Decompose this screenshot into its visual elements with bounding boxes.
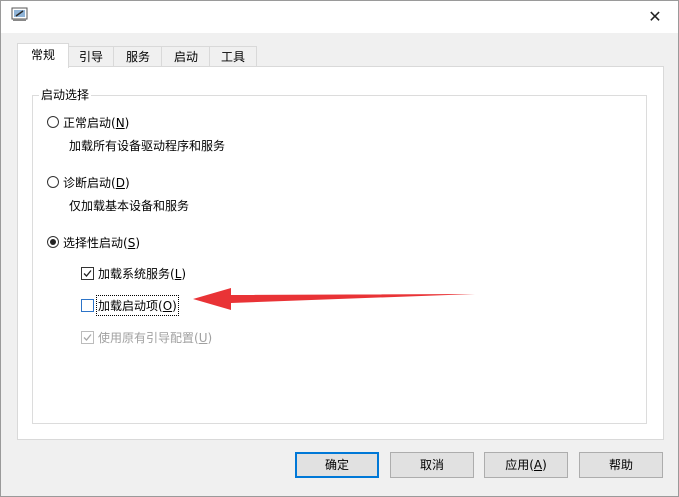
tab-tools[interactable]: 工具 <box>209 46 257 67</box>
diagnostic-startup-radio-circle[interactable] <box>47 176 59 188</box>
normal-startup-radio[interactable]: 正常启动(N) <box>47 113 129 131</box>
startup-selection-group: 启动选择 正常启动(N) 加载所有设备驱动程序和服务 诊断启动(D) 仅加载基本… <box>32 87 647 424</box>
tab-services[interactable]: 服务 <box>113 46 163 67</box>
system-configuration-window: ✕ 常规 引导 服务 启动 工具 启动选择 正常启动(N) 加载所有设备驱动程序… <box>0 0 679 497</box>
apply-button[interactable]: 应用(A) <box>484 452 568 478</box>
diagnostic-startup-radio[interactable]: 诊断启动(D) <box>47 173 130 191</box>
normal-startup-radio-circle[interactable] <box>47 116 59 128</box>
selective-startup-radio-circle[interactable] <box>47 236 59 248</box>
load-system-services-checkbox[interactable]: 加载系统服务(L) <box>81 264 186 282</box>
checkmark-icon <box>83 333 92 341</box>
normal-startup-description: 加载所有设备驱动程序和服务 <box>69 139 226 153</box>
cancel-button[interactable]: 取消 <box>390 452 474 478</box>
help-button[interactable]: 帮助 <box>579 452 663 478</box>
use-original-boot-config-check <box>81 330 94 344</box>
tab-boot[interactable]: 引导 <box>67 46 115 67</box>
tab-startup[interactable]: 启动 <box>161 46 211 67</box>
tab-general[interactable]: 常规 <box>17 43 69 68</box>
use-original-boot-config-checkbox: 使用原有引导配置(U) <box>81 328 212 346</box>
load-startup-items-checkbox[interactable]: 加载启动项(O) <box>81 294 179 316</box>
general-tab-panel: 启动选择 正常启动(N) 加载所有设备驱动程序和服务 诊断启动(D) 仅加载基本… <box>17 66 664 440</box>
load-system-services-check[interactable] <box>81 266 94 280</box>
ok-button[interactable]: 确定 <box>295 452 379 478</box>
load-startup-items-check[interactable] <box>81 298 94 312</box>
annotation-arrow-icon <box>193 288 475 310</box>
close-icon: ✕ <box>648 7 662 26</box>
title-bar: ✕ <box>1 1 678 33</box>
msconfig-icon <box>11 7 29 23</box>
diagnostic-startup-description: 仅加载基本设备和服务 <box>69 199 190 213</box>
selective-startup-radio[interactable]: 选择性启动(S) <box>47 233 140 251</box>
group-title: 启动选择 <box>39 87 92 103</box>
close-button[interactable]: ✕ <box>632 1 678 32</box>
checkmark-icon <box>83 269 92 277</box>
